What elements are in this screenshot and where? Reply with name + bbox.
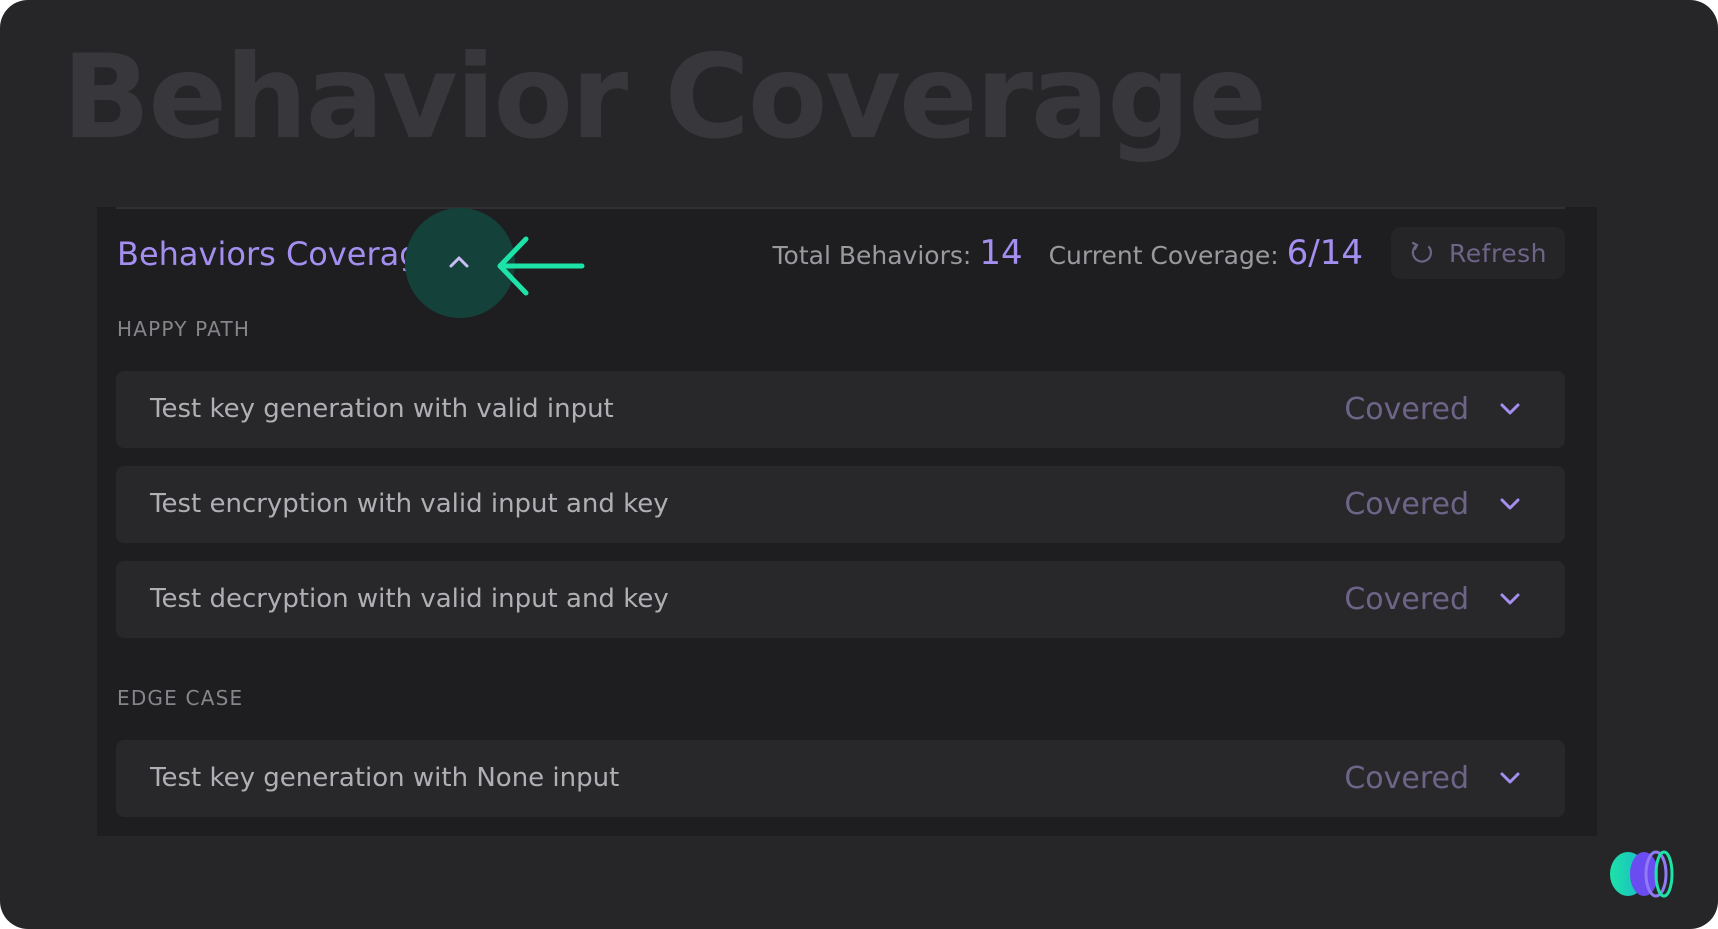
coverage-stats: Total Behaviors: 14 Current Coverage: 6/…	[773, 233, 1363, 273]
section-label-edge-case: EDGE CASE	[117, 686, 244, 710]
app-window: Behavior Coverage Behaviors Coverage Tot…	[0, 0, 1718, 929]
behavior-text: Test decryption with valid input and key	[150, 584, 669, 614]
coverage-status: Covered	[1344, 582, 1469, 617]
page-heading: Behavior Coverage	[62, 30, 1267, 165]
behavior-row[interactable]: Test encryption with valid input and key…	[116, 466, 1565, 543]
behavior-row[interactable]: Test decryption with valid input and key…	[116, 561, 1565, 638]
chevron-down-icon[interactable]	[1497, 586, 1523, 612]
panel-title: Behaviors Coverage	[117, 235, 440, 273]
panel-divider	[116, 207, 1565, 209]
refresh-label: Refresh	[1449, 238, 1547, 268]
refresh-button[interactable]: Refresh	[1391, 227, 1565, 279]
behavior-row[interactable]: Test key generation with None input Cove…	[116, 740, 1565, 817]
behavior-text: Test key generation with None input	[150, 763, 620, 793]
coverage-status: Covered	[1344, 392, 1469, 427]
collapse-button[interactable]	[437, 240, 481, 284]
current-coverage-value: 6/14	[1286, 233, 1363, 273]
section-label-happy-path: HAPPY PATH	[117, 317, 251, 341]
behavior-text: Test key generation with valid input	[150, 394, 614, 424]
refresh-icon	[1411, 241, 1432, 263]
behavior-row[interactable]: Test key generation with valid input Cov…	[116, 371, 1565, 448]
current-coverage-label: Current Coverage:	[1048, 241, 1279, 270]
coverage-status: Covered	[1344, 487, 1469, 522]
behaviors-coverage-panel: Behaviors Coverage Total Behaviors: 14 C…	[97, 207, 1597, 836]
app-logo-icon	[1610, 850, 1674, 898]
chevron-down-icon[interactable]	[1497, 765, 1523, 791]
arrow-left-icon	[497, 236, 585, 296]
chevron-down-icon[interactable]	[1497, 491, 1523, 517]
chevron-down-icon[interactable]	[1497, 396, 1523, 422]
total-behaviors-value: 14	[979, 233, 1023, 273]
behavior-text: Test encryption with valid input and key	[150, 489, 669, 519]
total-behaviors-label: Total Behaviors:	[772, 241, 972, 270]
chevron-up-icon	[449, 256, 469, 268]
coverage-status: Covered	[1344, 761, 1469, 796]
